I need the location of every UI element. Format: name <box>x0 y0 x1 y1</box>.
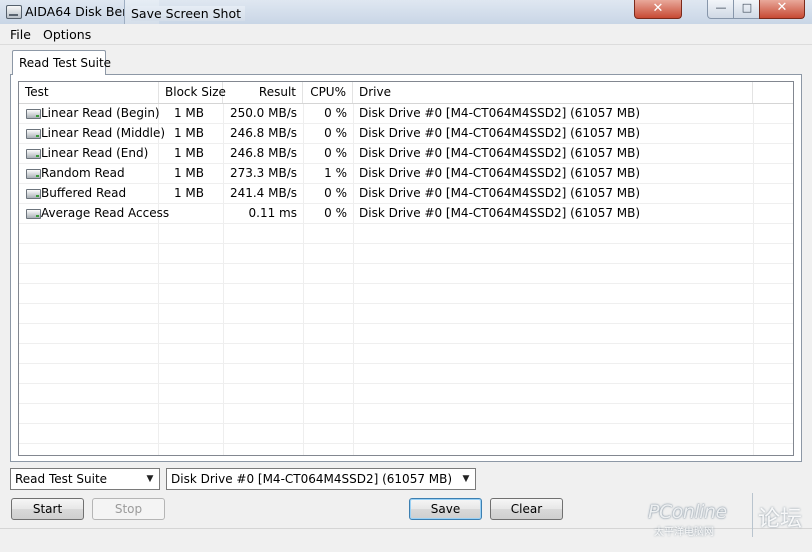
empty-row <box>19 364 793 384</box>
cell-drive: Disk Drive #0 [M4-CT064M4SSD2] (61057 MB… <box>359 206 641 220</box>
start-button[interactable]: Start <box>11 498 84 520</box>
test-name: Linear Read (Middle) <box>41 126 166 140</box>
disk-drive-icon <box>26 149 41 159</box>
empty-row <box>19 284 793 304</box>
list-header: Test Block Size Result CPU% Drive <box>19 82 793 104</box>
header-cpu[interactable]: CPU% <box>303 82 353 103</box>
cell-result: 246.8 MB/s <box>229 146 297 160</box>
header-block-size[interactable]: Block Size <box>159 82 226 103</box>
cell-result: 246.8 MB/s <box>229 126 297 140</box>
cell-test: Linear Read (End) <box>23 144 159 163</box>
cell-result: 0.11 ms <box>248 206 297 220</box>
table-row[interactable]: Average Read Access 0.11 ms 0 % Disk Dri… <box>19 204 793 224</box>
cell-block-size: 1 MB <box>173 146 204 160</box>
cell-drive: Disk Drive #0 [M4-CT064M4SSD2] (61057 MB… <box>359 126 641 140</box>
cell-cpu: 0 % <box>324 106 347 120</box>
cell-test: Random Read <box>23 164 159 183</box>
stop-button[interactable]: Stop <box>92 498 165 520</box>
app-drive-icon <box>6 5 22 19</box>
cell-test: Linear Read (Middle) <box>23 124 165 143</box>
title-bar: AIDA64 Disk Ben Save Screen Shot ✕ — □ ✕ <box>0 0 812 26</box>
test-name: Random Read <box>41 166 125 180</box>
header-filler <box>753 82 793 103</box>
status-bar <box>0 528 812 552</box>
cell-drive: Disk Drive #0 [M4-CT064M4SSD2] (61057 MB… <box>359 146 641 160</box>
disk-drive-icon <box>26 189 41 199</box>
disk-drive-icon <box>26 109 41 119</box>
cell-block-size <box>159 204 223 223</box>
header-result[interactable]: Result <box>223 82 303 103</box>
tab-label: Read Test Suite <box>19 56 112 70</box>
menu-bar: File Options <box>0 24 812 45</box>
cell-test: Linear Read (Begin) <box>23 104 160 123</box>
cell-cpu: 0 % <box>324 186 347 200</box>
header-test[interactable]: Test <box>19 82 159 103</box>
cell-drive: Disk Drive #0 [M4-CT064M4SSD2] (61057 MB… <box>359 186 641 200</box>
dropdown-arrow-icon: ▼ <box>462 474 470 484</box>
disk-drive-icon <box>26 169 41 179</box>
suite-select-value: Read Test Suite <box>15 472 108 486</box>
cell-result: 273.3 MB/s <box>229 166 297 180</box>
cell-drive: Disk Drive #0 [M4-CT064M4SSD2] (61057 MB… <box>359 106 641 120</box>
cell-block-size: 1 MB <box>173 106 204 120</box>
empty-row <box>19 424 793 444</box>
header-drive[interactable]: Drive <box>353 82 753 103</box>
cell-cpu: 1 % <box>324 166 347 180</box>
clear-button[interactable]: Clear <box>490 498 563 520</box>
cell-test: Buffered Read <box>23 184 159 203</box>
maximize-button[interactable]: □ <box>733 0 761 19</box>
tab-read-test-suite[interactable]: Read Test Suite <box>12 50 111 75</box>
table-row[interactable]: Linear Read (Begin) 1 MB 250.0 MB/s 0 % … <box>19 104 793 124</box>
empty-row <box>19 404 793 424</box>
overlay-window-title: Save Screen Shot <box>131 6 246 21</box>
cell-result: 250.0 MB/s <box>229 106 297 120</box>
window-title: AIDA64 Disk Ben <box>25 4 131 19</box>
empty-row <box>19 344 793 364</box>
empty-row <box>19 444 793 455</box>
test-name: Average Read Access <box>41 206 170 220</box>
menu-options[interactable]: Options <box>43 27 91 42</box>
drive-select-value: Disk Drive #0 [M4-CT064M4SSD2] (61057 MB… <box>171 472 453 486</box>
close-button[interactable]: ✕ <box>759 0 805 19</box>
cell-test: Average Read Access <box>23 204 169 223</box>
cell-drive: Disk Drive #0 [M4-CT064M4SSD2] (61057 MB… <box>359 166 641 180</box>
table-row[interactable]: Buffered Read 1 MB 241.4 MB/s 0 % Disk D… <box>19 184 793 204</box>
empty-row <box>19 384 793 404</box>
cell-block-size: 1 MB <box>173 126 204 140</box>
empty-row <box>19 324 793 344</box>
empty-row <box>19 224 793 244</box>
test-name: Linear Read (End) <box>41 146 149 160</box>
table-row[interactable]: Linear Read (End) 1 MB 246.8 MB/s 0 % Di… <box>19 144 793 164</box>
table-row[interactable]: Linear Read (Middle) 1 MB 246.8 MB/s 0 %… <box>19 124 793 144</box>
minimize-button[interactable]: — <box>707 0 735 19</box>
results-list[interactable]: Test Block Size Result CPU% Drive Linear… <box>18 81 794 456</box>
cell-result: 241.4 MB/s <box>229 186 297 200</box>
cell-block-size: 1 MB <box>173 186 204 200</box>
disk-drive-icon <box>26 209 41 219</box>
test-name: Buffered Read <box>41 186 127 200</box>
cell-cpu: 0 % <box>324 126 347 140</box>
cell-cpu: 0 % <box>324 206 347 220</box>
drive-select[interactable]: Disk Drive #0 [M4-CT064M4SSD2] (61057 MB… <box>166 468 476 490</box>
empty-row <box>19 264 793 284</box>
overlay-close-button[interactable]: ✕ <box>634 0 682 19</box>
menu-file[interactable]: File <box>10 27 31 42</box>
save-button[interactable]: Save <box>409 498 482 520</box>
table-row[interactable]: Random Read 1 MB 273.3 MB/s 1 % Disk Dri… <box>19 164 793 184</box>
empty-row <box>19 304 793 324</box>
empty-row <box>19 244 793 264</box>
suite-select[interactable]: Read Test Suite ▼ <box>10 468 160 490</box>
cell-block-size: 1 MB <box>173 166 204 180</box>
list-rows: Linear Read (Begin) 1 MB 250.0 MB/s 0 % … <box>19 104 793 455</box>
cell-cpu: 0 % <box>324 146 347 160</box>
disk-drive-icon <box>26 129 41 139</box>
dropdown-arrow-icon: ▼ <box>146 474 154 484</box>
test-name: Linear Read (Begin) <box>41 106 160 120</box>
